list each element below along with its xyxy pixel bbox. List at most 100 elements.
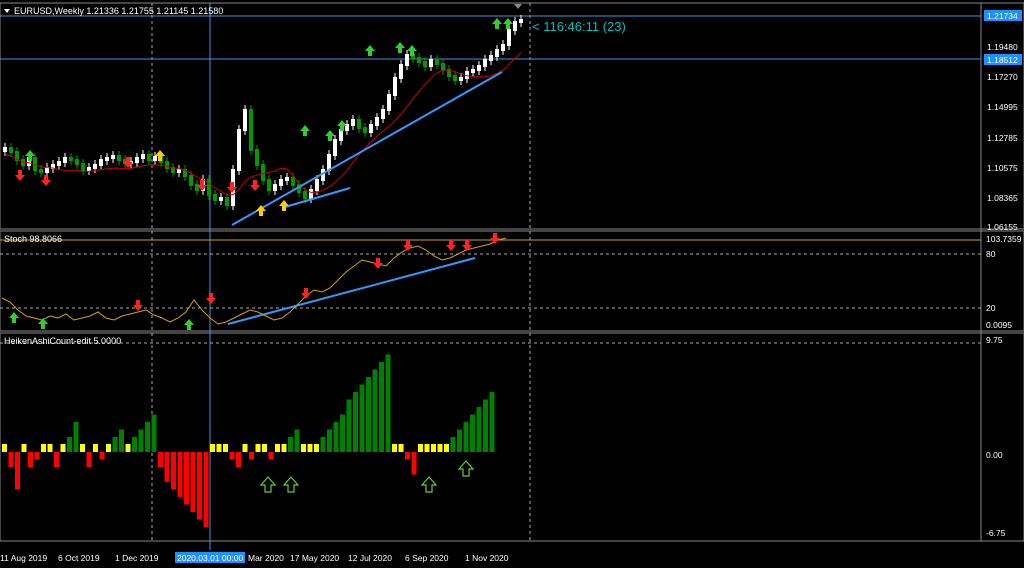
stoch-line-group: [1, 237, 507, 325]
time-label: 17 May 2020: [290, 553, 339, 563]
hist-bar-zero: [242, 444, 248, 452]
hist-bar-zero: [307, 444, 313, 452]
hist-bar-negative: [197, 452, 202, 520]
hist-bar-negative: [99, 452, 105, 460]
hist-bar-zero: [60, 444, 66, 452]
hist-bar-negative: [8, 452, 14, 467]
hist-bar-zero: [21, 444, 27, 452]
price-axis-label: 1.12785: [987, 133, 1018, 143]
hist-bar-zero: [392, 444, 397, 452]
candle-body: [309, 189, 313, 199]
hist-bar-negative: [15, 452, 20, 490]
countdown-timer: < 116:46:11 (23): [532, 19, 626, 34]
candle-body: [477, 65, 481, 71]
hist-bar-positive: [112, 437, 118, 452]
candle-body: [69, 157, 73, 161]
hist-bar-negative: [249, 452, 254, 460]
candle-body: [453, 75, 457, 81]
stoch-label: Stoch 98.8066: [4, 234, 62, 244]
candle-body: [255, 149, 259, 166]
signal-arrows: [9, 18, 513, 493]
candles-group: [3, 15, 523, 210]
hist-bar-positive: [463, 422, 469, 452]
candle-body: [423, 61, 427, 67]
candle-body: [267, 179, 271, 191]
candle-body: [429, 59, 433, 67]
candle-body: [387, 94, 391, 111]
time-label: 12 Jul 2020: [348, 553, 392, 563]
stoch-axis-label: 80: [986, 249, 996, 259]
stoch-panel-border: [0, 230, 1024, 332]
time-label: 1 Nov 2020: [465, 553, 509, 563]
hist-bar-negative: [28, 452, 33, 467]
trendlines: [227, 71, 503, 325]
chart-canvas[interactable]: EURUSD,Weekly 1.21336 1.21755 1.21145 1.…: [0, 0, 1024, 568]
shift-marker-icon[interactable]: [514, 4, 522, 9]
hist-bar-zero: [431, 444, 436, 452]
time-label: 6 Oct 2019: [58, 553, 100, 563]
candle-body: [135, 157, 139, 163]
hist-bar-positive: [340, 414, 345, 452]
hollow-up-arrow-icon: [259, 476, 277, 493]
ma-line: [4, 52, 522, 196]
candle-body: [483, 59, 487, 67]
candle-body: [291, 177, 295, 186]
hist-bar-positive: [138, 429, 144, 452]
hollow-up-arrow-icon: [420, 476, 438, 493]
candle-body: [147, 154, 151, 161]
hist-bar-positive: [67, 437, 72, 452]
price-axis-label: 1.19480: [987, 42, 1018, 52]
stoch-axis-label: 20: [986, 303, 996, 313]
candle-body: [261, 164, 265, 181]
time-label: Mar 2020: [248, 553, 284, 563]
time-label: 2020.03.01 00:00: [177, 553, 243, 563]
hist-bar-zero: [2, 444, 7, 452]
hist-bar-negative: [229, 452, 235, 460]
candle-body: [369, 124, 373, 133]
hist-bar-positive: [294, 429, 300, 452]
candle-body: [333, 139, 337, 156]
up-arrow-icon: [395, 42, 405, 53]
hist-bar-zero: [437, 444, 443, 452]
hist-bar-negative: [164, 452, 170, 482]
hist-bar-zero: [223, 444, 228, 452]
hist-bar-negative: [203, 452, 209, 527]
candle-body: [165, 161, 169, 169]
hist-bar-zero: [398, 444, 404, 452]
hist-bar-negative: [236, 452, 241, 467]
price-axis-label: 1.08365: [987, 193, 1018, 203]
candle-body: [381, 109, 385, 119]
candle-body: [351, 119, 355, 126]
candle-body: [99, 159, 103, 166]
trendline-main: [231, 71, 503, 226]
up-arrow-icon: [300, 125, 310, 136]
down-arrow-icon: [41, 175, 51, 186]
candle-body: [279, 179, 283, 186]
candle-body: [399, 64, 403, 79]
time-label: 6 Sep 2020: [405, 553, 449, 563]
hist-bar-negative: [171, 452, 176, 490]
price-axis-label: 1.17270: [987, 72, 1018, 82]
hist-bar-positive: [288, 437, 293, 452]
hist-bar-positive: [385, 354, 391, 452]
up-arrow-icon: [492, 18, 502, 29]
candle-body: [363, 127, 367, 133]
time-label: 11 Aug 2019: [0, 553, 47, 563]
hist-bar-positive: [489, 392, 495, 452]
time-label: 1 Dec 2019: [115, 553, 159, 563]
candle-body: [153, 156, 157, 161]
candle-body: [9, 147, 13, 153]
hist-bar-positive: [483, 399, 488, 452]
hist-bar-negative: [86, 452, 92, 467]
heiken-histogram: [2, 354, 495, 527]
candle-body: [417, 57, 421, 63]
hist-bar-positive: [379, 362, 384, 452]
candle-body: [273, 184, 277, 191]
candle-body: [93, 164, 97, 169]
candle-body: [375, 117, 379, 126]
candle-body: [501, 44, 505, 51]
down-arrow-icon: [133, 300, 143, 311]
menu-triangle-icon[interactable]: [4, 9, 10, 13]
hist-bar-negative: [411, 452, 417, 475]
hist-bar-negative: [177, 452, 183, 497]
